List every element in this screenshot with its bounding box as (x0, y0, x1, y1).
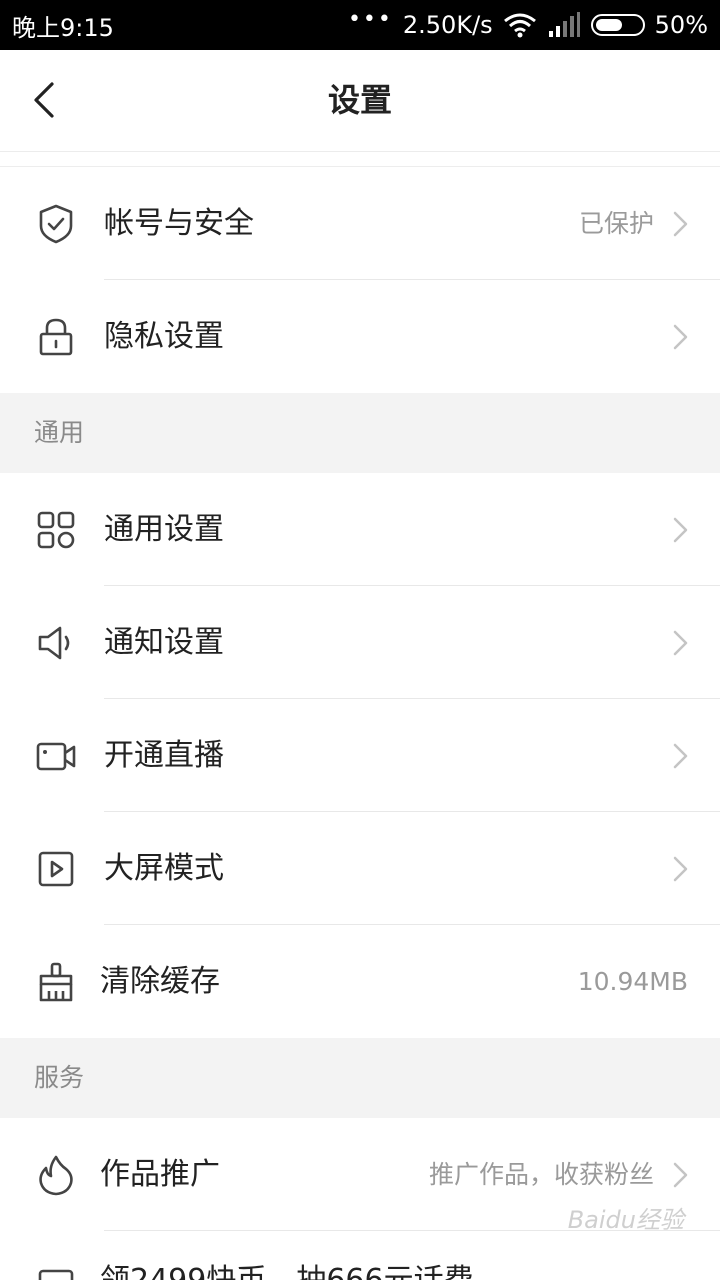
row-label: 开通直播 (104, 738, 224, 773)
settings-row-coupon[interactable]: 领2499快币，抽666元话费 (0, 1231, 720, 1280)
shield-check-icon (39, 204, 73, 243)
cache-size-value: 10.94MB (577, 967, 688, 996)
row-label: 作品推广 (100, 1157, 220, 1192)
chevron-right-icon (673, 517, 688, 542)
chevron-right-icon (673, 324, 688, 349)
row-label: 清除缓存 (100, 964, 220, 999)
row-label: 隐私设置 (104, 319, 224, 354)
grid-icon (37, 511, 75, 548)
battery-icon (590, 14, 645, 36)
speaker-icon (38, 626, 70, 659)
settings-row-privacy[interactable]: 隐私设置 (0, 280, 720, 393)
chevron-right-icon (673, 856, 688, 881)
chevron-right-icon (673, 1162, 688, 1187)
row-label: 领2499快币，抽666元话费 (100, 1231, 474, 1280)
wifi-icon (503, 13, 536, 38)
lock-icon (39, 318, 73, 355)
settings-row-big-screen[interactable]: 大屏模式 (0, 812, 720, 925)
status-indicators: ••• 2.50K/s 50% (347, 7, 708, 40)
watermark-logo: Baidu经验 (567, 1206, 684, 1234)
settings-row-account-security[interactable]: 帐号与安全 已保护 (0, 167, 720, 280)
row-value: 已保护 (578, 209, 654, 238)
notification-dots: ••• (347, 7, 393, 32)
settings-row-general[interactable]: 通用设置 (0, 473, 720, 586)
row-label: 帐号与安全 (104, 206, 254, 241)
network-speed: 2.50K/s (402, 11, 493, 39)
chevron-right-icon (673, 630, 688, 655)
signal-icon (548, 12, 580, 37)
scrolled-row-edge (0, 152, 720, 167)
ticket-icon (38, 1269, 74, 1280)
back-arrow-icon[interactable] (24, 78, 68, 122)
play-square-icon (38, 851, 74, 886)
section-header-service: 服务 (0, 1038, 720, 1118)
chevron-right-icon (673, 211, 688, 236)
row-label: 通用设置 (104, 512, 224, 547)
status-time: 晚上9:15 (12, 13, 114, 42)
row-label: 通知设置 (104, 625, 224, 660)
nav-bar: 设置 (0, 50, 720, 152)
flame-icon (39, 1155, 73, 1195)
settings-row-notification[interactable]: 通知设置 (0, 586, 720, 699)
row-label: 大屏模式 (104, 851, 224, 886)
settings-row-clear-cache[interactable]: 清除缓存 10.94MB (0, 925, 720, 1038)
broom-icon (39, 962, 73, 1001)
battery-level: 50% (654, 11, 708, 39)
page-title: 设置 (327, 81, 392, 119)
video-camera-icon (36, 742, 76, 770)
section-header-general: 通用 (0, 393, 720, 473)
chevron-right-icon (673, 743, 688, 768)
settings-row-live[interactable]: 开通直播 (0, 699, 720, 812)
status-bar: 晚上9:15 ••• 2.50K/s 50% (0, 0, 720, 50)
